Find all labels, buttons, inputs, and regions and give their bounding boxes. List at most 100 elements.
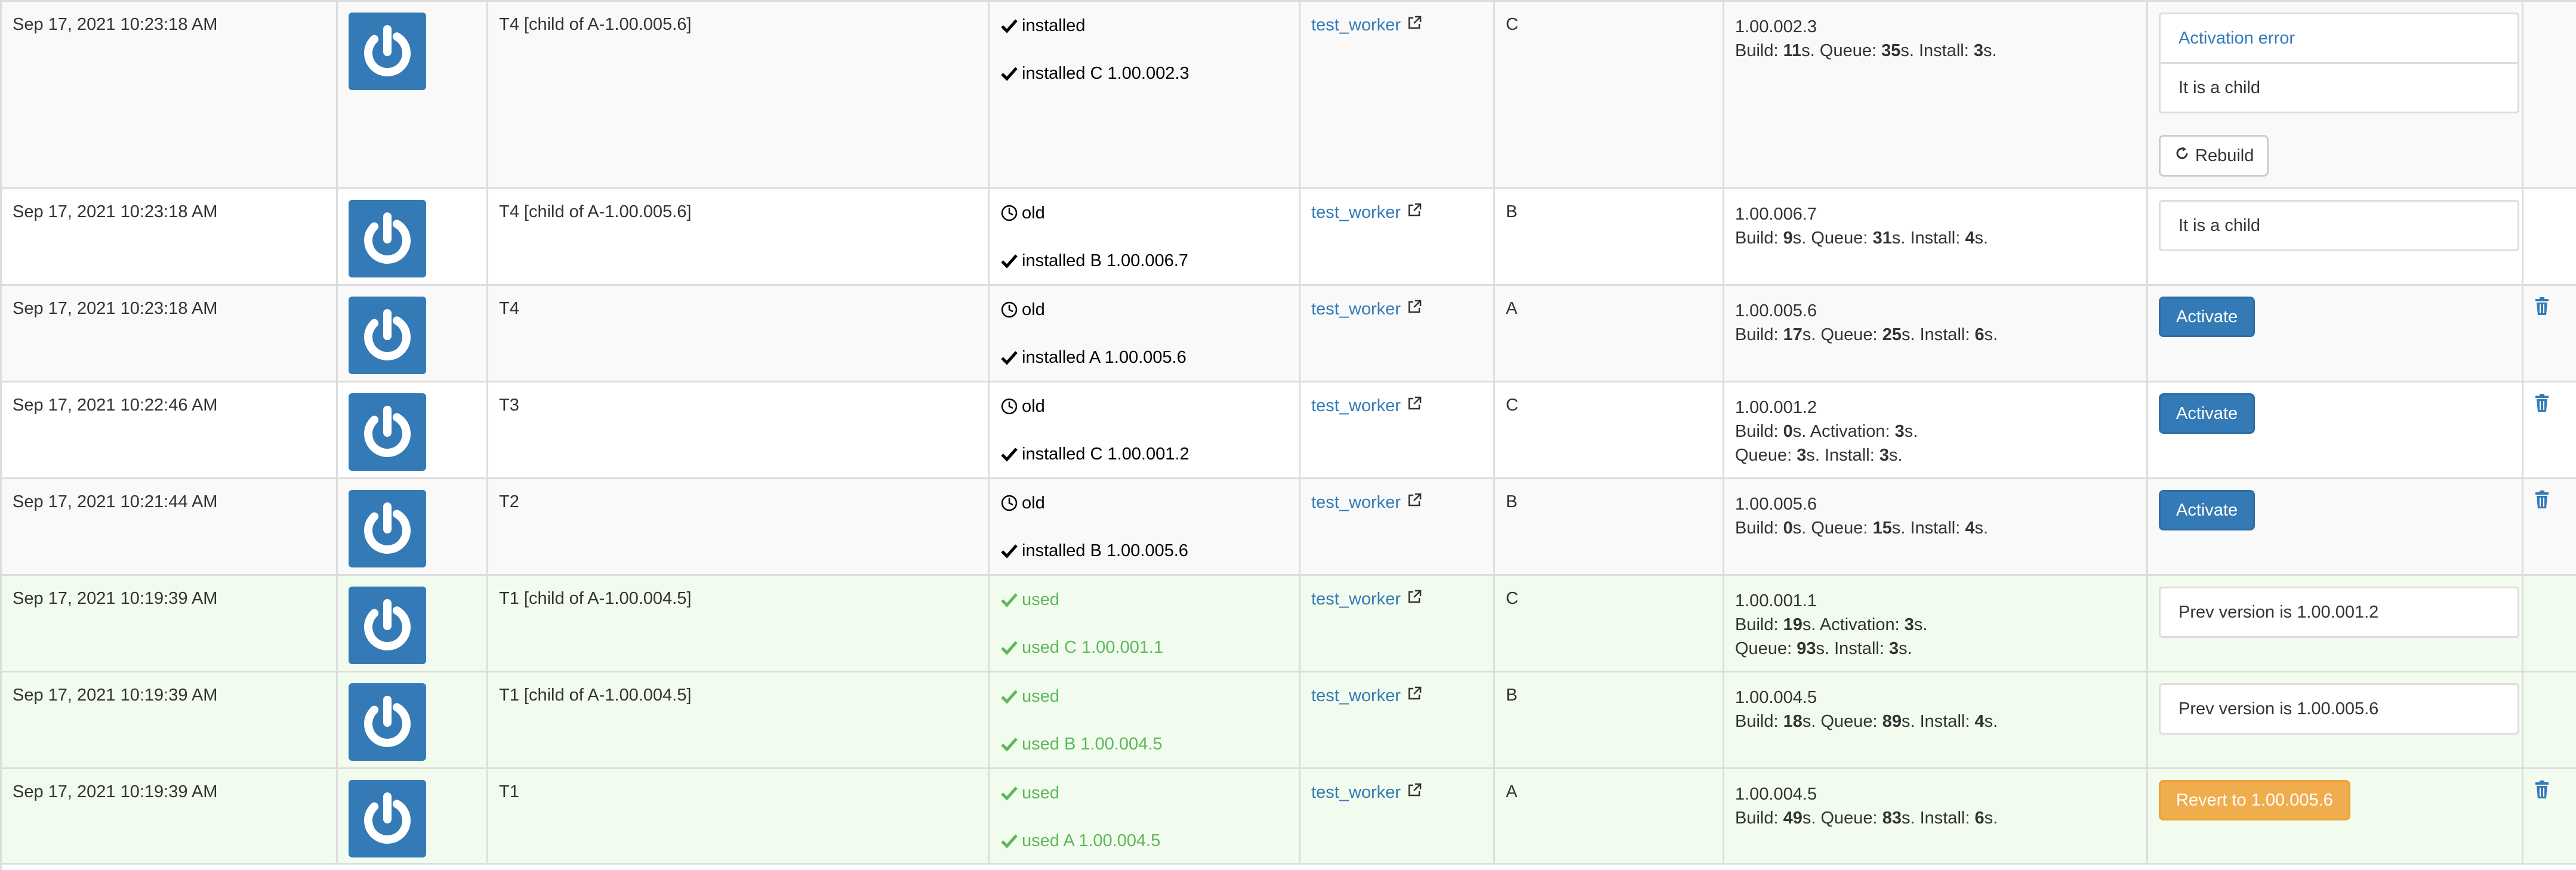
avatar-cell [336,286,486,381]
status-text: installed C 1.00.001.2 [1022,444,1190,464]
activation-error-panel: Activation error It is a child [2159,13,2519,113]
timing-value: 3 [1888,639,1899,658]
worker-link[interactable]: test_worker [1311,686,1422,706]
status-cell: used used B 1.00.004.5 [988,672,1299,767]
activate-button[interactable]: Activate [2159,490,2255,530]
group-text: B [1506,492,1518,511]
timing-line: Build: 49s. Queue: 83s. Install: 6s. [1735,809,1998,828]
worker-cell: test_worker [1299,576,1493,671]
delete-cell [2522,769,2576,863]
name-cell: T1 [486,769,988,863]
worker-label: test_worker [1311,202,1401,222]
status-text: used B 1.00.004.5 [1022,734,1163,754]
worker-cell: test_worker [1299,769,1493,863]
status-text: used C 1.00.001.1 [1022,637,1164,657]
timing-value: 11 [1783,41,1802,60]
group-cell: C [1493,576,1723,671]
timing-line: Queue: 93s. Install: 3s. [1735,639,1912,658]
timing-line: Queue: 3s. Install: 3s. [1735,446,1903,465]
status-installed-version: installed C 1.00.002.3 [1000,63,1299,84]
trash-icon[interactable] [2534,490,2550,514]
refresh-icon [2174,145,2195,166]
panel-heading: Activation error [2178,28,2295,48]
status-text: old [1022,203,1045,223]
worker-link[interactable]: test_worker [1311,782,1422,803]
check-icon [1000,784,1018,802]
worker-label: test_worker [1311,396,1401,415]
status-cell: used used A 1.00.004.5 [988,769,1299,863]
avatar-cell [336,769,486,863]
group-cell: B [1493,189,1723,284]
status-text: installed C 1.00.002.3 [1022,63,1190,83]
status-installed-version: installed B 1.00.006.7 [1000,250,1299,272]
status-used: used [1000,782,1299,804]
builds-table: Sep 17, 2021 10:23:18 AM T4 [child of A-… [0,0,2576,870]
clock-icon [1000,204,1018,222]
worker-link[interactable]: test_worker [1311,492,1422,513]
timing-line: Build: 18s. Queue: 89s. Install: 4s. [1735,712,1998,731]
group-cell: C [1493,2,1723,187]
table-row: Sep 17, 2021 10:23:18 AM T4 old installe… [2,286,2576,382]
timing-value: 6 [1974,325,1985,344]
action-cell: Activation error It is a child Rebuild [2146,2,2522,187]
status-text: installed [1022,16,1086,35]
status-old: old [1000,202,1299,224]
worker-cell: test_worker [1299,479,1493,574]
check-icon [1000,542,1018,560]
avatar-cell [336,2,486,187]
group-text: B [1506,202,1518,221]
status-installed-version: installed B 1.00.005.6 [1000,540,1299,562]
group-text: C [1506,589,1518,608]
worker-link[interactable]: test_worker [1311,202,1422,223]
activate-button[interactable]: Activate [2159,297,2255,337]
status-cell: old installed B 1.00.005.6 [988,479,1299,574]
version-text: 1.00.001.2 [1735,398,1817,417]
group-cell: A [1493,769,1723,863]
activate-button[interactable]: Activate [2159,393,2255,434]
table-row: Sep 17, 2021 10:21:44 AM T2 old installe… [2,479,2576,576]
check-icon [1000,64,1018,82]
external-link-icon [1407,15,1422,35]
delete-cell [2522,479,2576,574]
trash-icon[interactable] [2534,780,2550,804]
delete-cell [2522,2,2576,187]
worker-link[interactable]: test_worker [1311,15,1422,35]
table-row: Sep 17, 2021 10:19:39 AM T1 [child of A-… [2,672,2576,769]
timing-value: 0 [1783,519,1793,538]
timing-line: Build: 0s. Queue: 15s. Install: 4s. [1735,519,1989,538]
power-icon [349,297,426,374]
timing-line: Build: 17s. Queue: 25s. Install: 6s. [1735,325,1998,344]
trash-icon[interactable] [2534,297,2550,320]
timing-value: 3 [1904,615,1914,634]
worker-label: test_worker [1311,782,1401,802]
check-icon [1000,638,1018,656]
group-text: C [1506,396,1518,415]
timing-value: 0 [1783,422,1793,441]
status-used: used [1000,686,1299,707]
timing-line: Build: 0s. Activation: 3s. [1735,422,1918,441]
power-icon [349,200,426,277]
date-text: Sep 17, 2021 10:19:39 AM [13,589,218,608]
worker-label: test_worker [1311,589,1401,609]
timing-value: 19 [1783,615,1802,634]
external-link-icon [1407,202,1422,223]
power-icon [349,780,426,857]
date-cell: Sep 17, 2021 10:19:39 AM [2,769,336,863]
action-cell: Prev version is 1.00.001.2 [2146,576,2522,671]
worker-cell: test_worker [1299,189,1493,284]
status-text: used [1022,783,1059,803]
version-text: 1.00.004.5 [1735,688,1817,707]
trash-icon[interactable] [2534,393,2550,417]
worker-link[interactable]: test_worker [1311,299,1422,319]
version-text: 1.00.005.6 [1735,495,1817,514]
panel-body: It is a child [2178,215,2260,235]
action-cell: Activate [2146,382,2522,477]
worker-link[interactable]: test_worker [1311,589,1422,609]
delete-cell [2522,382,2576,477]
avatar-cell [336,576,486,671]
revert-button[interactable]: Revert to 1.00.005.6 [2159,780,2350,820]
check-icon [1000,17,1018,35]
timing-value: 18 [1783,712,1802,731]
worker-link[interactable]: test_worker [1311,396,1422,416]
rebuild-button[interactable]: Rebuild [2159,135,2269,177]
